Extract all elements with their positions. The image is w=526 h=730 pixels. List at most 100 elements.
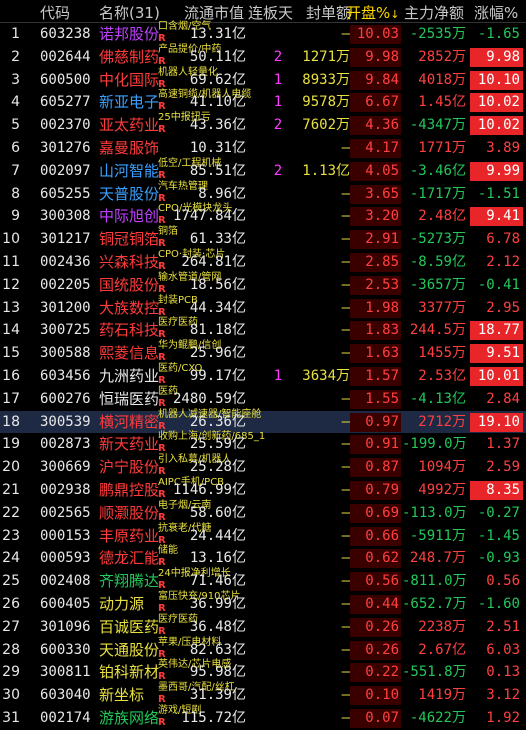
stock-name[interactable]: 熙菱信息: [99, 344, 159, 363]
table-row[interactable]: 25 002408 齐翔腾达 24中报净利增长 R 71.46亿 –0.56 -811.0万 0…: [0, 568, 526, 593]
stock-name[interactable]: 德龙汇能: [99, 549, 159, 568]
stock-name[interactable]: 新坐标: [99, 686, 144, 705]
change-pct: 0.13: [486, 664, 520, 681]
table-row[interactable]: 10 301217 铜冠铜箔 铜箔 R 61.33亿 –2.91 -5273万 6.78: [0, 226, 526, 251]
margin-r-icon: R: [158, 511, 166, 523]
col-header-code[interactable]: 代码: [40, 2, 70, 23]
table-row[interactable]: 17 600276 恒瑞医药 医药 R 2480.59亿 –1.55 -4.13亿 2.84: [0, 386, 526, 411]
change-pct: 19.10: [470, 412, 523, 432]
col-header-float-cap[interactable]: 流通市值: [184, 2, 244, 23]
stock-name[interactable]: 嘉曼服饰: [99, 139, 159, 158]
stock-name[interactable]: 鹏鼎控股: [99, 481, 159, 500]
margin-r-icon: R: [158, 466, 166, 478]
change-pct: 1.37: [486, 436, 520, 453]
stock-name[interactable]: 游族网络: [99, 709, 159, 728]
stock-name[interactable]: 佛慈制药: [99, 48, 159, 67]
float-cap: 26.36亿: [189, 413, 246, 430]
table-row[interactable]: 4 605277 新亚电子 高速铜缆/机器人电缆 R 41.10亿 1 9578万 6.67 1.…: [0, 89, 526, 114]
table-row[interactable]: 8 605255 天普股份 汽车热管理 R 8.96亿 –3.65 -1717万 -1.51: [0, 181, 526, 206]
stock-code: 002408: [40, 573, 91, 590]
table-row[interactable]: 6 301276 嘉曼服饰 10.31亿 –4.17 1771万 3.89: [0, 137, 526, 160]
open-pct: 4.05: [350, 161, 401, 181]
stock-name[interactable]: 铜冠铜箔: [99, 230, 159, 249]
margin-r-icon: R: [158, 306, 166, 318]
seal-amount: –: [341, 618, 350, 635]
main-net: -5273万: [409, 231, 466, 248]
change-pct: 9.99: [470, 161, 523, 181]
stock-name[interactable]: 山河智能: [99, 162, 159, 181]
col-header-seal-amount[interactable]: 封单额: [306, 2, 351, 23]
float-cap: 2480.59亿: [172, 390, 246, 407]
open-pct: 0.56: [350, 572, 401, 592]
float-cap: 36.99亿: [189, 596, 246, 612]
table-row[interactable]: 23 000153 丰原药业 抗衰老/代糖 R 24.44亿 –0.66 -5911万 -1.4…: [0, 523, 526, 548]
stock-name[interactable]: 齐翔腾达: [99, 572, 159, 591]
stock-name[interactable]: 亚太药业: [99, 116, 159, 135]
row-index: 13: [2, 299, 20, 316]
table-row[interactable]: 15 300588 熙菱信息 华为鲲鹏/信创 R 25.96亿 –1.63 1455万 9.51: [0, 340, 526, 365]
table-row[interactable]: 9 300308 中际旭创 CPO/光模块龙头 R 1747.84亿 –3.20 2.48亿 9…: [0, 203, 526, 228]
table-row[interactable]: 21 002938 鹏鼎控股 AIPC手机/PCB R 1146.99亿 –0.79 4992…: [0, 477, 526, 502]
table-row[interactable]: 22 002565 顺灏股份 电子烟/云南 R 58.60亿 –0.69 -113.0万 -0.…: [0, 500, 526, 525]
stock-name[interactable]: 九洲药业: [99, 367, 159, 386]
stock-name[interactable]: 沪宁股份: [99, 458, 159, 477]
stock-name[interactable]: 天通股份: [99, 641, 159, 660]
table-row[interactable]: 1 603238 诺邦股份 口含烟/空气 R 13.31亿 –10.03 -2535万 -1.6…: [0, 21, 526, 46]
open-pct: 3.65: [350, 184, 401, 204]
margin-r-icon: R: [158, 375, 166, 386]
table-row[interactable]: 12 002205 国统股份 输水管道/管网 R 18.56亿 –2.53 -3657万 -0.…: [0, 272, 526, 297]
float-cap: 264.81亿: [181, 254, 246, 270]
table-row[interactable]: 30 603040 新坐标 墨西哥/汽配/丝杠 R 31.39亿 –0.10 1419万 3.1…: [0, 682, 526, 707]
stock-name[interactable]: 中际旭创: [99, 207, 159, 226]
stock-name[interactable]: 大族数控: [99, 299, 159, 318]
stock-name[interactable]: 动力源: [99, 595, 144, 614]
row-index: 9: [11, 208, 20, 225]
table-row[interactable]: 16 603456 九洲药业 医药/CXO R 99.17亿 1 3634万 1.57 2.53亿…: [0, 363, 526, 388]
stock-name[interactable]: 药石科技: [99, 321, 159, 340]
seal-amount: 7602万: [302, 117, 350, 134]
table-row[interactable]: 27 301096 百诚医药 医疗医药 R 36.48亿 –0.26 2238万 2.51: [0, 614, 526, 639]
seal-amount: –: [341, 482, 350, 498]
table-row[interactable]: 7 002097 山河智能 低空/工程机械 R 85.51亿 2 1.13亿 4.05 -3.46…: [0, 158, 526, 183]
table-row[interactable]: 14 300725 药石科技 医疗医药 R 81.18亿 –1.83 244.5万 18.77: [0, 317, 526, 342]
table-row[interactable]: 24 000593 德龙汇能 储能 R 13.16亿 –0.62 248.7万 -0.93: [0, 545, 526, 570]
stock-name[interactable]: 天普股份: [99, 185, 159, 204]
stock-name[interactable]: 兴森科技: [99, 253, 159, 272]
table-row[interactable]: 5 002370 亚太药业 25中报扭亏 R 43.36亿 2 7602万 4.36 -4347万…: [0, 112, 526, 137]
table-row[interactable]: 28 600330 天通股份 苹果/压电材料 R 82.63亿 –0.26 2.67亿 6.03: [0, 637, 526, 662]
table-row[interactable]: 29 300811 铂科新材 英伟达/芯片电感 R 95.98亿 –0.22 -551.8万 0…: [0, 659, 526, 684]
col-header-main-net[interactable]: 主力净额: [404, 2, 464, 23]
stock-name[interactable]: 恒瑞医药: [99, 390, 159, 409]
margin-r-icon: R: [158, 443, 166, 455]
col-header-limit-days[interactable]: 连板天: [248, 2, 293, 23]
seal-amount: –: [341, 390, 350, 407]
main-net: -8.59亿: [409, 254, 466, 270]
stock-name[interactable]: 诺邦股份: [99, 25, 159, 44]
open-pct: 1.83: [350, 321, 401, 341]
col-header-change-pct[interactable]: 涨幅%: [474, 2, 518, 23]
table-row[interactable]: 26 600405 动力源 富压快充/910芯片 R 36.99亿 –0.44 -652.7万…: [0, 591, 526, 616]
table-row[interactable]: 19 002873 新天药业 收购上海/创新药/685_1 R 25.59亿 –0.91 -1…: [0, 431, 526, 456]
stock-name[interactable]: 丰原药业: [99, 527, 159, 546]
stock-name[interactable]: 顺灏股份: [99, 504, 159, 523]
table-row[interactable]: 11 002436 兴森科技 CPO·封装·芯片 R 264.81亿 –2.85 -8.59亿…: [0, 249, 526, 274]
table-row[interactable]: 2 002644 佛慈制药 产品提价/中药 R 50.11亿 2 1271万 9.98 2852万…: [0, 44, 526, 69]
table-row[interactable]: 13 301200 大族数控 封装PCB R 44.34亿 –1.98 3377万 2.95: [0, 295, 526, 320]
stock-name[interactable]: 横河精密: [99, 413, 159, 432]
stock-name[interactable]: 国统股份: [99, 276, 159, 295]
main-net: 2238万: [418, 618, 466, 635]
stock-name[interactable]: 铂科新材: [99, 663, 159, 682]
stock-name[interactable]: 新天药业: [99, 435, 159, 454]
stock-name[interactable]: 中化国际: [99, 71, 159, 90]
main-net: -113.0万: [402, 504, 467, 521]
stock-name[interactable]: 百诚医药: [99, 618, 159, 637]
change-pct: 6.03: [486, 641, 520, 658]
col-header-name[interactable]: 名称(31): [99, 2, 160, 23]
col-header-open-pct[interactable]: 开盘%↓: [346, 2, 399, 23]
table-row[interactable]: 20 300669 沪宁股份 引入私募/机器人 R 25.28亿 –0.87 1094万 2.5…: [0, 454, 526, 479]
stock-name[interactable]: 新亚电子: [99, 93, 159, 112]
table-row[interactable]: 18 300539 横河精密 机器人减速器/智能座舱 R 26.36亿 –0.97 2712万…: [0, 409, 526, 434]
table-row[interactable]: 31 002174 游族网络 游戏/短剧 R 115.72亿 –0.07 -4622万 1.92: [0, 705, 526, 730]
table-row[interactable]: 3 600500 中化国际 机器人轻量化 R 69.62亿 1 8933万 9.84 4018万 1…: [0, 67, 526, 92]
float-cap: 69.62亿: [189, 71, 246, 88]
